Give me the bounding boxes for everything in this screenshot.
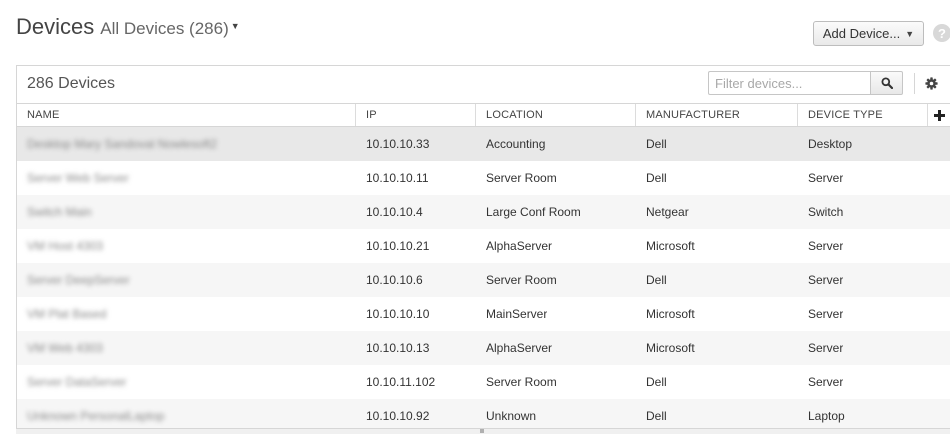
scroll-grip-icon[interactable] [476, 429, 488, 434]
ip-cell: 10.10.10.10 [366, 307, 430, 321]
location-cell: MainServer [486, 307, 548, 321]
device-name-cell: Switch Main [27, 205, 92, 219]
device-name-cell: Server DataServer [27, 375, 127, 389]
page-header: Devices All Devices (286) ▼ [16, 14, 240, 48]
device-name-cell: Desktop Mary Sandoval Nowlesoft2 [27, 137, 218, 151]
table-row[interactable]: Server DeepServer 10.10.10.6 Server Room… [17, 263, 950, 297]
table-row[interactable]: VM Plat Based 10.10.10.10 MainServer Mic… [17, 297, 950, 331]
ip-cell: 10.10.10.11 [366, 171, 429, 185]
manufacturer-cell: Dell [646, 375, 667, 389]
device-name-cell: Server Web Server [27, 171, 129, 185]
search-icon [881, 77, 893, 89]
help-icon[interactable]: ? [933, 24, 950, 42]
manufacturer-cell: Microsoft [646, 307, 695, 321]
device-type-cell: Switch [808, 205, 844, 219]
column-header-manufacturer[interactable]: MANUFACTURER [636, 104, 798, 126]
ip-cell: 10.10.10.13 [366, 341, 430, 355]
device-count: 286 Devices [27, 75, 116, 92]
manufacturer-cell: Dell [646, 137, 667, 151]
location-cell: Accounting [486, 137, 546, 151]
location-cell: Server Room [486, 171, 557, 185]
manufacturer-cell: Microsoft [646, 239, 695, 253]
manufacturer-cell: Microsoft [646, 341, 695, 355]
grid-header: NAME IP LOCATION MANUFACTURER DEVICE TYP… [17, 103, 950, 127]
device-type-cell: Server [808, 239, 844, 253]
device-type-cell: Server [808, 171, 844, 185]
add-column-button[interactable] [928, 104, 950, 126]
column-header-ip[interactable]: IP [356, 104, 476, 126]
add-device-button[interactable]: Add Device... ▼ [813, 21, 924, 46]
devices-panel: 286 Devices NAME IP LOC [16, 65, 950, 434]
table-row[interactable]: VM Web 4303 10.10.10.13 AlphaServer Micr… [17, 331, 950, 365]
device-type-cell: Server [808, 375, 844, 389]
gear-icon [924, 76, 938, 90]
device-name-cell: VM Plat Based [27, 307, 107, 321]
view-selector-label: All Devices (286) [100, 19, 229, 38]
ip-cell: 10.10.10.33 [366, 137, 430, 151]
device-name-cell: VM Host 4303 [27, 239, 104, 253]
add-device-label: Add Device... [822, 26, 901, 41]
column-header-location[interactable]: LOCATION [476, 104, 636, 126]
device-type-cell: Server [808, 307, 844, 321]
table-row[interactable]: Switch Main 10.10.10.4 Large Conf Room N… [17, 195, 950, 229]
caret-down-icon: ▼ [230, 21, 240, 31]
ip-cell: 10.10.10.6 [366, 273, 423, 287]
manufacturer-cell: Netgear [646, 205, 689, 219]
device-name-cell: VM Web 4303 [27, 341, 103, 355]
table-row[interactable]: Server Web Server 10.10.10.11 Server Roo… [17, 161, 950, 195]
location-cell: Server Room [486, 375, 557, 389]
device-type-cell: Desktop [808, 137, 853, 151]
ip-cell: 10.10.11.102 [366, 375, 436, 389]
column-header-device-type[interactable]: DEVICE TYPE [798, 104, 928, 126]
settings-button[interactable] [922, 74, 940, 92]
manufacturer-cell: Dell [646, 273, 667, 287]
location-cell: AlphaServer [486, 239, 553, 253]
manufacturer-cell: Dell [646, 171, 667, 185]
column-header-name[interactable]: NAME [17, 104, 356, 126]
table-row[interactable]: VM Host 4303 10.10.10.21 AlphaServer Mic… [17, 229, 950, 263]
table-row[interactable]: Desktop Mary Sandoval Nowlesoft2 10.10.1… [17, 127, 950, 161]
device-name-cell: Server DeepServer [27, 273, 130, 287]
ip-cell: 10.10.10.21 [366, 239, 430, 253]
caret-down-icon: ▼ [905, 28, 915, 39]
toolbar-divider [914, 73, 915, 94]
search-button[interactable] [870, 71, 903, 95]
plus-icon [934, 109, 945, 121]
panel-toolbar: 286 Devices [17, 66, 950, 103]
table-row[interactable]: Server DataServer 10.10.11.102 Server Ro… [17, 365, 950, 399]
device-type-cell: Server [808, 341, 844, 355]
horizontal-scrollbar[interactable] [16, 428, 950, 434]
filter-devices-input[interactable] [708, 71, 871, 95]
view-selector-dropdown[interactable]: All Devices (286) ▼ [100, 19, 239, 39]
device-type-cell: Server [808, 273, 844, 287]
location-cell: Server Room [486, 273, 557, 287]
ip-cell: 10.10.10.4 [366, 205, 423, 219]
page-title: Devices [16, 14, 95, 39]
location-cell: AlphaServer [486, 341, 553, 355]
location-cell: Large Conf Room [486, 205, 581, 219]
grid-body: Desktop Mary Sandoval Nowlesoft2 10.10.1… [17, 127, 950, 433]
